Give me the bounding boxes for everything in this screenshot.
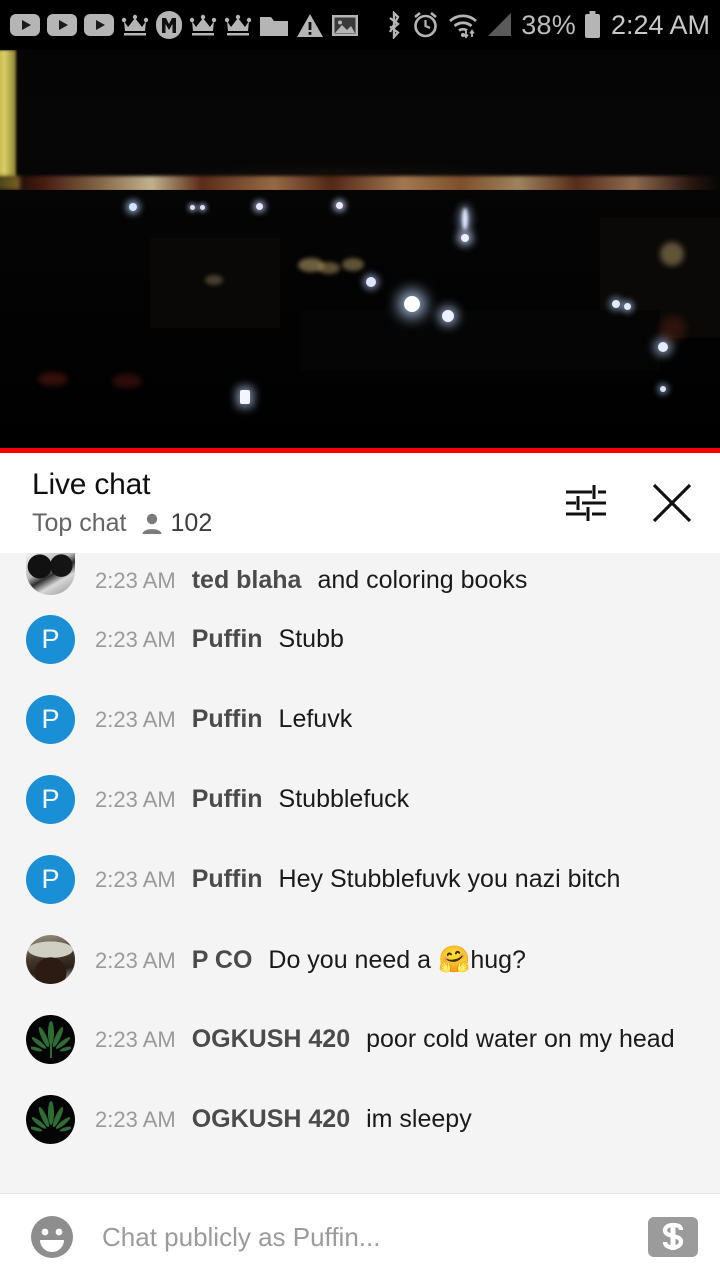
crown-icon [224,14,252,36]
message-timestamp: 2:23 AM [95,568,176,593]
cell-signal-icon [488,13,512,36]
message-text: Lefuvk [278,704,353,733]
superchat-button[interactable] [648,1217,698,1257]
chat-message-content: 2:23 AM Puffin Stubb [95,625,344,654]
avatar[interactable]: P [26,694,75,744]
chat-message-content: 2:23 AM ted blaha and coloring books [95,566,527,595]
chat-mode-row[interactable]: Top chat 102 [32,509,212,538]
live-chat-header-actions [560,477,698,529]
hugging-face-emoji: 🤗 [437,943,471,974]
battery-icon [584,11,600,38]
message-author[interactable]: P CO [192,946,253,975]
message-text: poor cold water on my head [366,1024,675,1053]
status-bar-system-icons: 38% 2:24 AM [384,10,710,41]
message-timestamp: 2:23 AM [95,1106,176,1132]
chat-message-row[interactable]: 2:23 AM ted blaha and coloring books [0,553,720,599]
live-chat-message-list[interactable]: 2:23 AM ted blaha and coloring books P 2… [0,553,720,1193]
wifi-icon [449,13,478,39]
message-author[interactable]: Puffin [192,865,263,894]
battery-percent-label: 38% [521,9,576,40]
message-author[interactable]: Puffin [192,785,263,814]
message-text: Stubblefuck [278,784,410,813]
avatar[interactable] [26,1014,75,1064]
youtube-icon [47,14,77,36]
youtube-icon [84,14,114,36]
bluetooth-icon [389,11,401,39]
chat-message-content: 2:23 AM Puffin Lefuvk [95,705,352,734]
folder-icon [260,16,288,36]
crown-icon [121,14,149,36]
chat-message-content: 2:23 AM OGKUSH 420 poor cold water on my… [95,1025,675,1054]
avatar-initial: P [41,863,60,894]
message-timestamp: 2:23 AM [95,866,176,892]
phone-screen: 38% 2:24 AM Live chat Top chat 102 2:23 … [0,0,720,1280]
message-timestamp: 2:23 AM [95,786,176,812]
monument-light [0,50,16,178]
message-timestamp: 2:23 AM [95,947,176,973]
image-icon [332,14,358,36]
message-text-after-emoji: hug? [470,945,526,974]
avatar-initial: P [41,783,60,814]
status-bar: 38% 2:24 AM [0,0,720,50]
chat-message-content: 2:23 AM OGKUSH 420 im sleepy [95,1105,472,1134]
message-author[interactable]: OGKUSH 420 [192,1025,350,1054]
chat-mode-label: Top chat [32,509,127,538]
status-bar-clock: 2:24 AM [610,9,710,40]
message-text: Stubb [278,624,344,653]
chat-message-row[interactable]: P 2:23 AM Puffin Stubblefuck [0,759,720,839]
chat-message-content: 2:23 AM P CO Do you need a 🤗hug? [95,944,526,975]
crown-icon [189,14,217,36]
foreground-buildings [0,190,720,453]
message-author[interactable]: Puffin [192,705,263,734]
avatar-initial: P [41,623,60,654]
youtube-icon [10,14,40,36]
live-chat-header-text: Live chat Top chat 102 [32,468,212,539]
message-author[interactable]: OGKUSH 420 [192,1105,350,1134]
emoji-smiley-icon[interactable] [26,1211,78,1263]
message-author[interactable]: ted blaha [192,566,302,595]
message-author[interactable]: Puffin [192,625,263,654]
cannabis-leaf-icon [30,1100,71,1132]
chat-message-row[interactable]: 2:23 AM OGKUSH 420 poor cold water on my… [0,999,720,1079]
close-icon[interactable] [646,477,698,529]
warning-icon [297,13,323,37]
chat-message-content: 2:23 AM Puffin Stubblefuck [95,785,409,814]
status-bar-notification-icons [10,11,359,39]
message-timestamp: 2:23 AM [95,626,176,652]
avatar[interactable] [26,553,75,595]
person-icon [142,513,162,534]
chat-message-content: 2:23 AM Puffin Hey Stubblefuvk you nazi … [95,865,620,894]
avatar[interactable]: P [26,614,75,664]
chat-message-row[interactable]: P 2:23 AM Puffin Lefuvk [0,679,720,759]
cannabis-leaf-icon [30,1020,71,1058]
message-text: Hey Stubblefuvk you nazi bitch [278,864,621,893]
message-text: and coloring books [317,566,528,594]
live-stream-player[interactable] [0,50,720,453]
avatar-initial: P [41,703,60,734]
message-text: im sleepy [366,1104,472,1133]
chat-composer-bar [0,1193,720,1280]
message-timestamp: 2:23 AM [95,706,176,732]
alarm-icon [414,11,438,38]
chat-message-row[interactable]: P 2:23 AM Puffin Hey Stubblefuvk you naz… [0,839,720,919]
chat-message-row[interactable]: P 2:23 AM Puffin Stubb [0,599,720,679]
message-text-before-emoji: Do you need a [268,945,438,974]
viewer-count: 102 [170,509,213,538]
avatar[interactable] [26,934,75,984]
avatar[interactable]: P [26,854,75,904]
page-title: Live chat [32,467,151,501]
chat-message-row[interactable]: 2:23 AM P CO Do you need a 🤗hug? [0,919,720,999]
dollar-icon [662,1222,684,1250]
tune-icon[interactable] [560,477,612,529]
chat-message-row[interactable]: 2:23 AM OGKUSH 420 im sleepy [0,1079,720,1159]
avatar[interactable]: P [26,774,75,824]
message-timestamp: 2:23 AM [95,1026,176,1052]
message-text: Do you need a 🤗hug? [268,944,526,975]
avatar[interactable] [26,1094,75,1144]
monogram-m-icon [156,11,182,39]
chat-input[interactable] [102,1221,638,1253]
live-chat-header: Live chat Top chat 102 [0,453,720,553]
